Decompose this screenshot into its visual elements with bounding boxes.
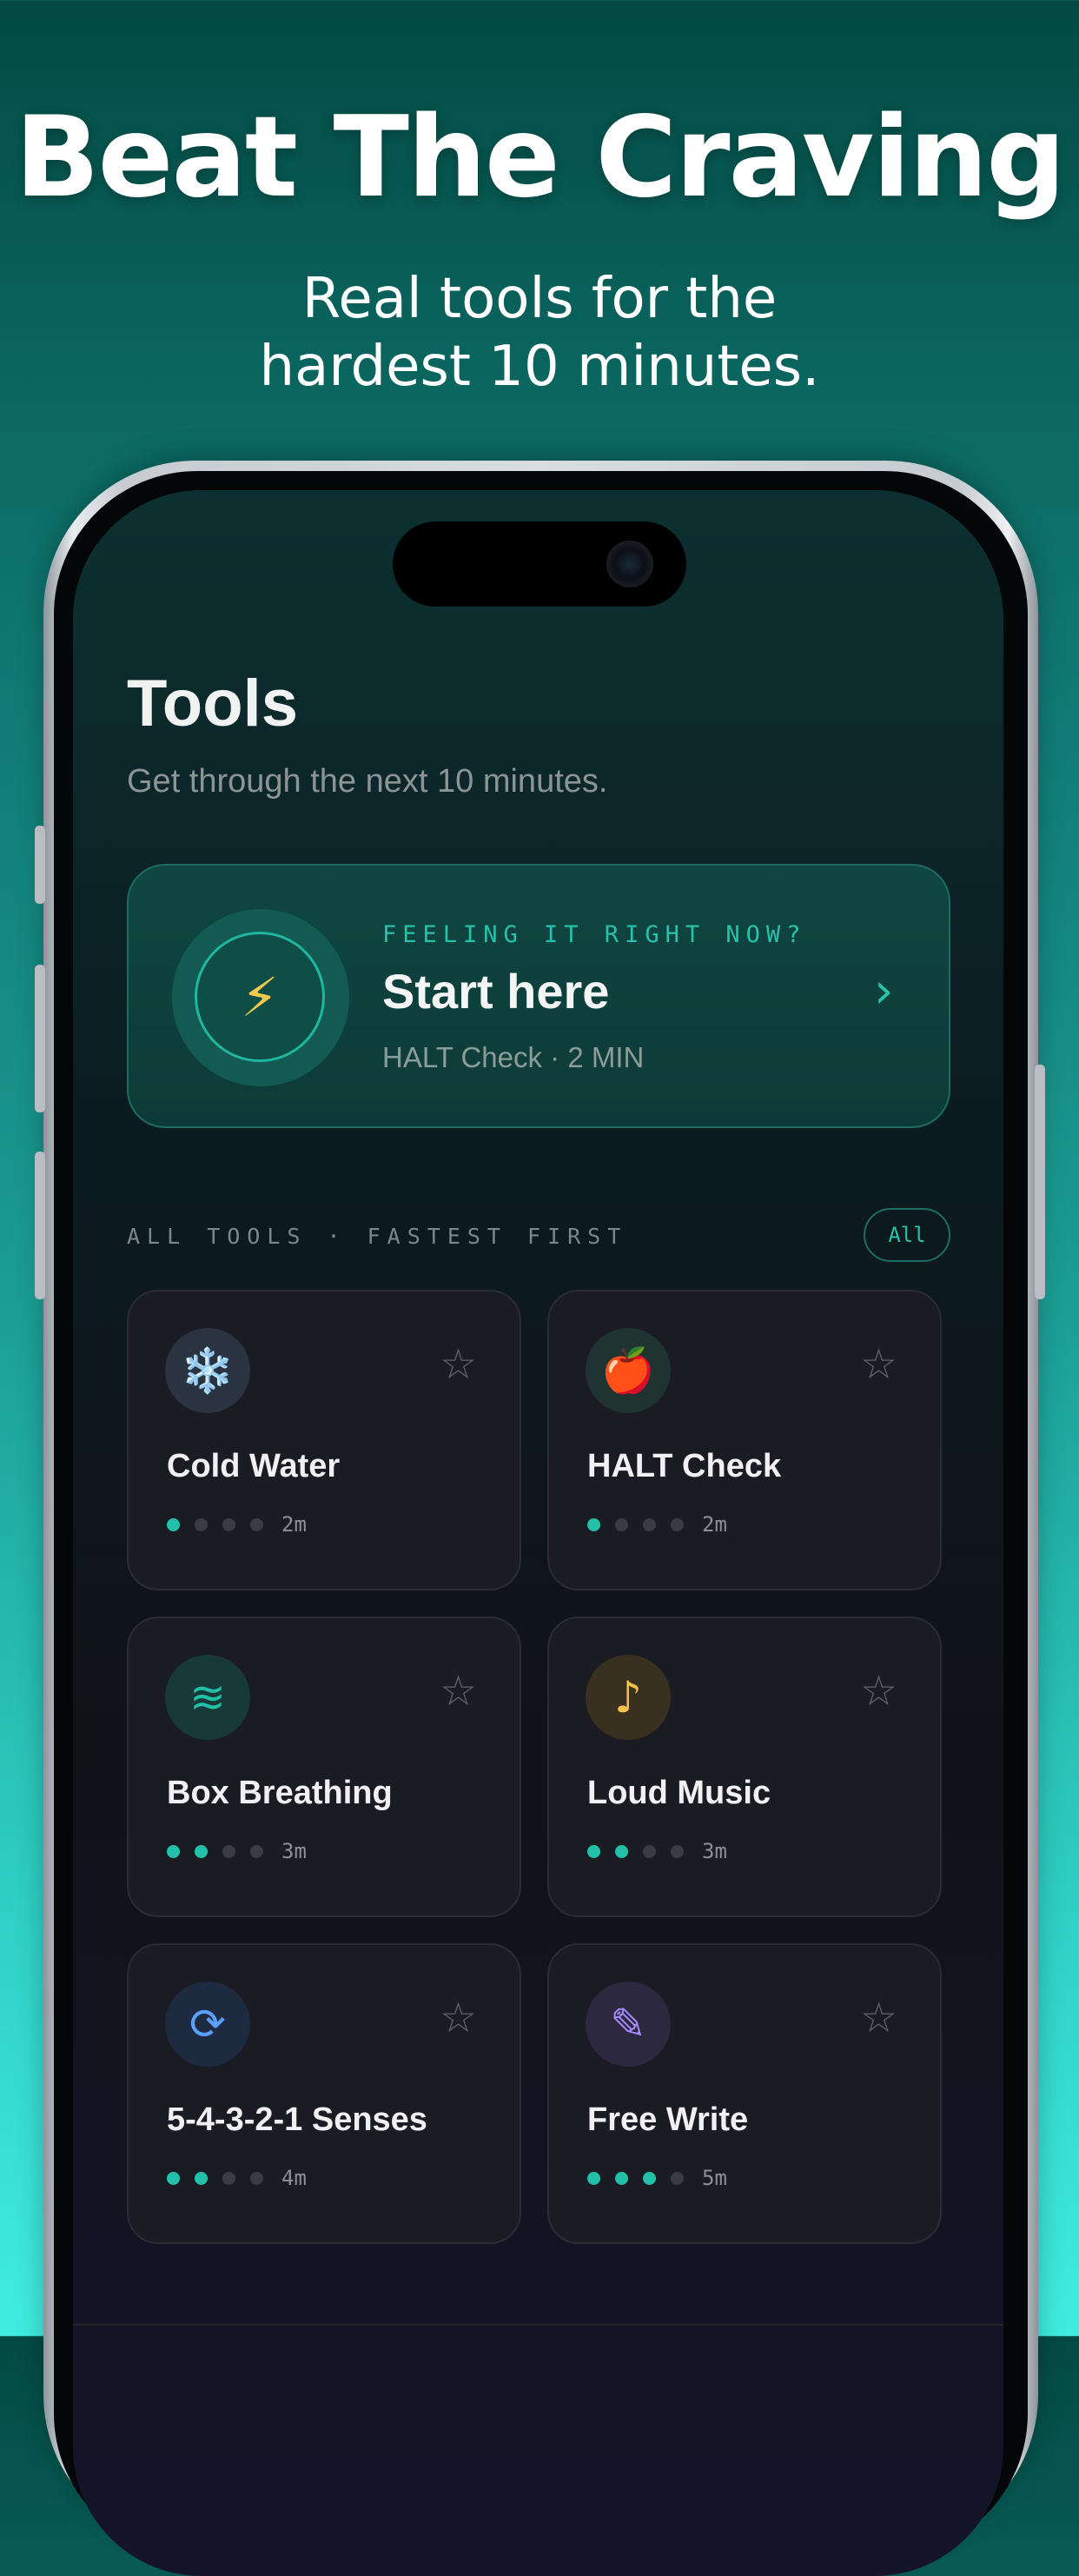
section-label: ALL TOOLS · FASTEST FIRST (127, 1224, 628, 1249)
intensity-dot (222, 2171, 235, 2185)
intensity-dot (167, 2171, 180, 2185)
intensity-dot (195, 2171, 208, 2185)
waves-icon: ≋ (165, 1655, 250, 1740)
intensity-dots: 5m (587, 2166, 727, 2190)
intensity-dot (195, 1517, 208, 1531)
intensity-dot (671, 2171, 684, 2185)
marketing-subhead: Real tools for the hardest 10 minutes. (0, 265, 1079, 401)
intensity-dot (222, 1517, 235, 1531)
intensity-dot (167, 1517, 180, 1531)
page-subtitle: Get through the next 10 minutes. (127, 763, 608, 800)
tool-card[interactable]: ❄️ ☆ Cold Water 2m (127, 1290, 521, 1590)
star-icon[interactable]: ☆ (440, 1997, 477, 2039)
filter-all-button[interactable]: All (864, 1208, 950, 1262)
subhead-line-2: hardest 10 minutes. (259, 335, 820, 399)
intensity-dot (587, 1517, 600, 1531)
hero-title: Start here (382, 964, 610, 1019)
tool-duration: 2m (281, 1512, 307, 1537)
app-screen: Tools Get through the next 10 minutes. ⚡… (73, 490, 1003, 2576)
intensity-dots: 2m (587, 1512, 727, 1537)
tool-name: Box Breathing (167, 1775, 393, 1811)
intensity-dots: 3m (167, 1839, 307, 1863)
intensity-dot (250, 1844, 263, 1858)
star-icon[interactable]: ☆ (440, 1344, 477, 1385)
tool-name: Loud Music (587, 1775, 771, 1811)
lightning-bolt-icon: ⚡ (195, 932, 325, 1062)
tool-duration: 5m (702, 2166, 727, 2190)
star-icon[interactable]: ☆ (860, 1670, 897, 1712)
star-icon[interactable]: ☆ (860, 1344, 897, 1385)
intensity-dot (643, 1517, 656, 1531)
page-title: Tools (127, 667, 299, 740)
tab-bar-divider (73, 2324, 1003, 2326)
star-icon[interactable]: ☆ (860, 1997, 897, 2039)
tool-card[interactable]: 🍎 ☆ HALT Check 2m (547, 1290, 942, 1590)
intensity-dot (167, 1844, 180, 1858)
intensity-dots: 4m (167, 2166, 307, 2190)
intensity-dot (195, 1844, 208, 1858)
tool-duration: 3m (281, 1839, 307, 1863)
snowflake-icon: ❄️ (165, 1328, 250, 1413)
tool-duration: 3m (702, 1839, 727, 1863)
start-here-card[interactable]: ⚡ FEELING IT RIGHT NOW? Start here HALT … (127, 864, 950, 1128)
camera-icon (606, 541, 653, 588)
tool-name: Cold Water (167, 1448, 341, 1484)
phone-volume-down-button (35, 1152, 45, 1299)
chevron-right-icon: › (874, 963, 894, 1019)
dynamic-island (393, 521, 686, 607)
phone-volume-up-button (35, 965, 45, 1112)
tool-card[interactable]: ⟳ ☆ 5-4-3-2-1 Senses 4m (127, 1943, 521, 2244)
hero-meta: HALT Check · 2 MIN (382, 1041, 645, 1073)
tool-name: 5-4-3-2-1 Senses (167, 2101, 427, 2138)
pencil-icon: ✎ (586, 1982, 671, 2067)
refresh-icon: ⟳ (165, 1982, 250, 2067)
subhead-line-1: Real tools for the (301, 267, 778, 331)
intensity-dot (222, 1844, 235, 1858)
hero-kicker: FEELING IT RIGHT NOW? (382, 921, 807, 948)
tool-name: HALT Check (587, 1448, 782, 1484)
star-icon[interactable]: ☆ (440, 1670, 477, 1712)
phone-side-button (1035, 1065, 1045, 1299)
intensity-dot (587, 1844, 600, 1858)
intensity-dot (671, 1517, 684, 1531)
intensity-dot (671, 1844, 684, 1858)
tool-card[interactable]: ≋ ☆ Box Breathing 3m (127, 1617, 521, 1917)
tool-card[interactable]: ♪ ☆ Loud Music 3m (547, 1617, 942, 1917)
tool-card[interactable]: ✎ ☆ Free Write 5m (547, 1943, 942, 2244)
intensity-dot (615, 1517, 628, 1531)
intensity-dot (615, 1844, 628, 1858)
intensity-dot (250, 2171, 263, 2185)
marketing-headline: Beat The Craving (15, 93, 1066, 222)
intensity-dot (643, 2171, 656, 2185)
tool-duration: 4m (281, 2166, 307, 2190)
tool-duration: 2m (702, 1512, 727, 1537)
intensity-dot (587, 2171, 600, 2185)
intensity-dot (615, 2171, 628, 2185)
phone-action-button (35, 826, 45, 904)
intensity-dots: 2m (167, 1512, 307, 1537)
music-note-icon: ♪ (586, 1655, 671, 1740)
intensity-dots: 3m (587, 1839, 727, 1863)
apple-icon: 🍎 (586, 1328, 671, 1413)
intensity-dot (643, 1844, 656, 1858)
intensity-dot (250, 1517, 263, 1531)
tool-name: Free Write (587, 2101, 749, 2138)
